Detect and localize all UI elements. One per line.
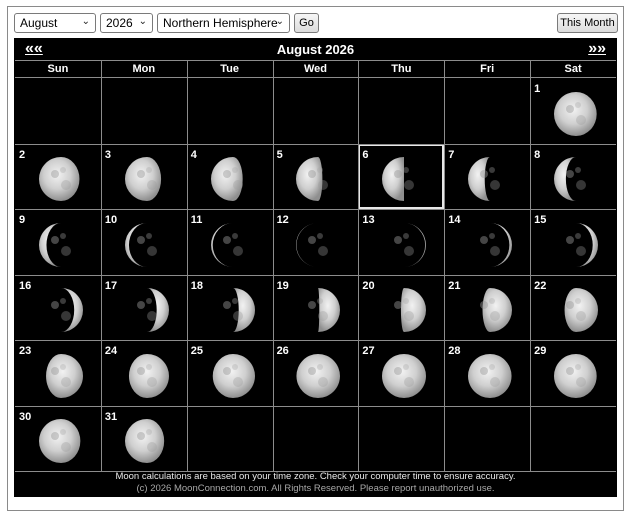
grid-lines [15,60,616,472]
toolbar: August ⌄ 2026 ⌄ Northern Hemisphere ⌄ Go… [14,13,618,33]
year-select[interactable]: 2026 ⌄ [100,13,153,33]
chevron-down-icon: ⌄ [138,16,147,27]
footer-note: Moon calculations are based on your time… [115,471,516,482]
hemisphere-select-value: Northern Hemisphere [163,16,278,30]
footer-copyright: (c) 2026 MoonConnection.com. All Rights … [136,483,495,494]
month-calendar: «« August 2026 »» Sun Mon Tue Wed Thu Fri Sat … [14,38,617,497]
chevron-down-icon: ⌄ [275,16,284,27]
go-button[interactable]: Go [294,13,319,33]
calendar-widget: August ⌄ 2026 ⌄ Northern Hemisphere ⌄ Go… [7,6,624,511]
month-select[interactable]: August ⌄ [14,13,96,33]
month-select-value: August [20,16,58,30]
this-month-button[interactable]: This Month [557,13,618,33]
footer: Moon calculations are based on your time… [15,471,616,495]
hemisphere-select[interactable]: Northern Hemisphere ⌄ [157,13,290,33]
chevron-down-icon: ⌄ [81,16,90,27]
year-select-value: 2026 [106,16,133,30]
